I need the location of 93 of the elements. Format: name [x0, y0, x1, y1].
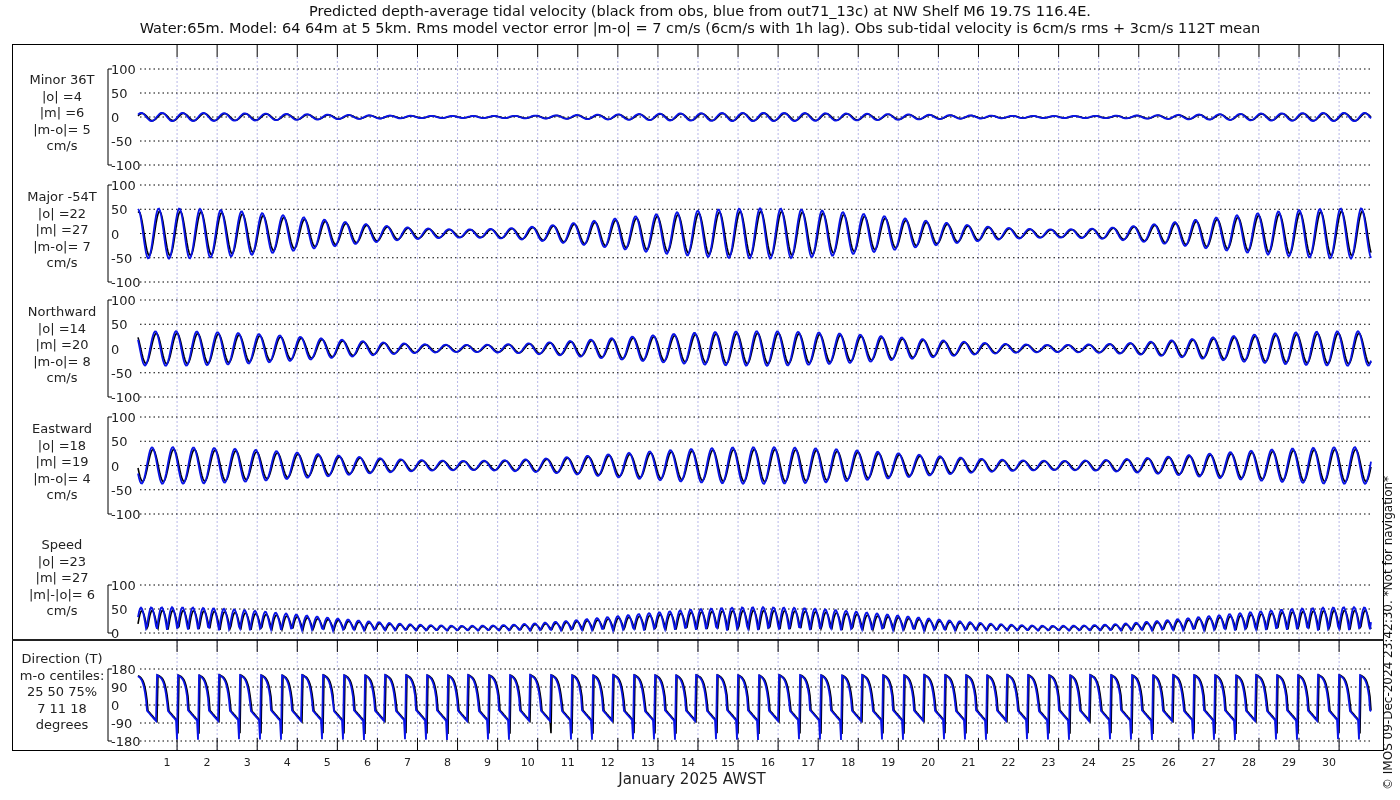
day-label: 27 [1201, 756, 1216, 769]
panel-label: Speed [41, 537, 83, 552]
panel-label: |m| =20 [35, 337, 89, 352]
panel-label: |o| =18 [37, 437, 87, 453]
axis-tick-label: 50 [111, 86, 128, 101]
panel-label: Eastward [32, 421, 92, 436]
panel-label: m-o centiles: [19, 667, 105, 683]
panel-label: 7 11 18 [37, 700, 87, 716]
day-label: 7 [403, 756, 411, 769]
day-label: 22 [1001, 756, 1016, 769]
day-label: 12 [600, 756, 615, 769]
panel-label: |o| =22 [37, 205, 87, 221]
panel-label: 25 50 75% [26, 684, 98, 699]
axis-tick-label: 100 [111, 578, 136, 593]
day-label: 4 [283, 756, 291, 769]
axis-tick-label: -100 [111, 507, 141, 522]
panel-label: degrees [35, 717, 89, 732]
axis-tick-label: 100 [111, 178, 136, 193]
day-label: 17 [801, 756, 816, 769]
day-label: 29 [1282, 756, 1296, 769]
panel-label: |m| =27 [35, 222, 89, 237]
axis-tick-label: -90 [111, 716, 133, 731]
chart-title: Water:65m. Model: 64 64m at 5 5km. Rms model vector error |m-o| = 7 cm/s (6cm/s with 1h lag). Obs sub-tidal velocity is 6cm/s rms + 3cm/s 112T mean [139, 20, 1261, 36]
panel-label: Minor 36T [29, 72, 95, 87]
day-label: 23 [1041, 756, 1056, 769]
day-label: 11 [560, 756, 575, 769]
panel-label: |o| =4 [42, 88, 82, 104]
day-label: 26 [1161, 756, 1176, 769]
chart-title: Predicted depth-average tidal velocity (black from obs, blue from out71_13c) at NW Shelf M6 19.7S 116.4E. [309, 3, 1091, 19]
axis-tick-label: 50 [111, 434, 128, 450]
day-label: 21 [961, 756, 976, 769]
day-label: 3 [243, 756, 251, 769]
panel-label: |m| =19 [35, 454, 89, 469]
panel-label: Direction (T) [21, 651, 103, 666]
axis-tick-label: -50 [111, 250, 133, 266]
day-label: 6 [363, 756, 371, 769]
day-label: 20 [921, 756, 936, 769]
day-label: 10 [520, 756, 535, 769]
axis-tick-label: 50 [111, 202, 128, 218]
panel-label: |m-o|= 5 [33, 121, 91, 137]
axis-tick-label: 100 [111, 293, 136, 308]
panel-label: cm/s [46, 487, 78, 502]
day-label: 19 [881, 756, 896, 769]
day-label: 13 [640, 756, 655, 769]
day-label: 1 [163, 756, 171, 769]
axis-tick-label: 0 [111, 226, 120, 242]
axis-tick-label: -50 [111, 482, 133, 498]
day-label: 24 [1081, 756, 1096, 769]
panel-label: |m| =27 [35, 570, 89, 585]
day-label: 15 [721, 756, 735, 769]
axis-tick-label: 0 [111, 458, 120, 474]
axis-tick-label: 0 [111, 698, 120, 713]
panel-label: cm/s [46, 603, 78, 618]
panel-label: |m|-|o|= 6 [28, 586, 96, 602]
panel-label: cm/s [46, 255, 78, 270]
day-label: 16 [761, 756, 776, 769]
axis-tick-label: 100 [111, 410, 136, 425]
day-label: 8 [444, 756, 451, 769]
y-axis [107, 584, 113, 634]
axis-tick-label: 90 [111, 680, 128, 695]
day-label: 18 [841, 756, 856, 769]
panel-label: |m-o|= 7 [33, 238, 91, 254]
panel-label: cm/s [46, 138, 78, 153]
day-label: 30 [1322, 756, 1337, 769]
panel-label: |m-o|= 4 [33, 470, 91, 486]
panel-label: |o| =14 [37, 320, 87, 336]
day-label: 2 [203, 756, 211, 769]
panel-label: |m| =6 [39, 105, 85, 120]
axis-tick-label: 0 [111, 110, 120, 125]
day-label: 25 [1121, 756, 1136, 769]
axis-tick-label: -100 [111, 390, 141, 405]
axis-tick-label: -100 [111, 275, 141, 290]
axis-tick-label: 50 [111, 317, 128, 333]
day-label: 5 [323, 756, 331, 769]
day-label: 9 [484, 756, 492, 769]
day-label: 28 [1241, 756, 1256, 769]
axis-tick-label: -50 [111, 365, 133, 381]
panel-label: Northward [27, 304, 97, 319]
axis-tick-label: 0 [111, 341, 120, 357]
panel-label: cm/s [46, 370, 78, 385]
axis-tick-label: 100 [111, 62, 136, 77]
day-label: 14 [680, 756, 695, 769]
axis-tick-label: -50 [111, 134, 133, 149]
panel-label: |o| =23 [37, 553, 87, 569]
panel-label: Major -54T [27, 189, 97, 204]
axis-tick-label: 180 [111, 662, 136, 677]
axis-tick-label: 50 [111, 602, 128, 617]
copyright-note: © IMOS 09-Dec-2024 23:42:30. *Not for navigation* [1381, 475, 1395, 790]
panel-label: |m-o|= 8 [33, 353, 91, 369]
axis-title: January 2025 AWST [618, 770, 766, 788]
axis-tick-label: -180 [111, 734, 141, 749]
axis-tick-label: 0 [111, 626, 120, 641]
axis-tick-label: -100 [111, 158, 141, 173]
